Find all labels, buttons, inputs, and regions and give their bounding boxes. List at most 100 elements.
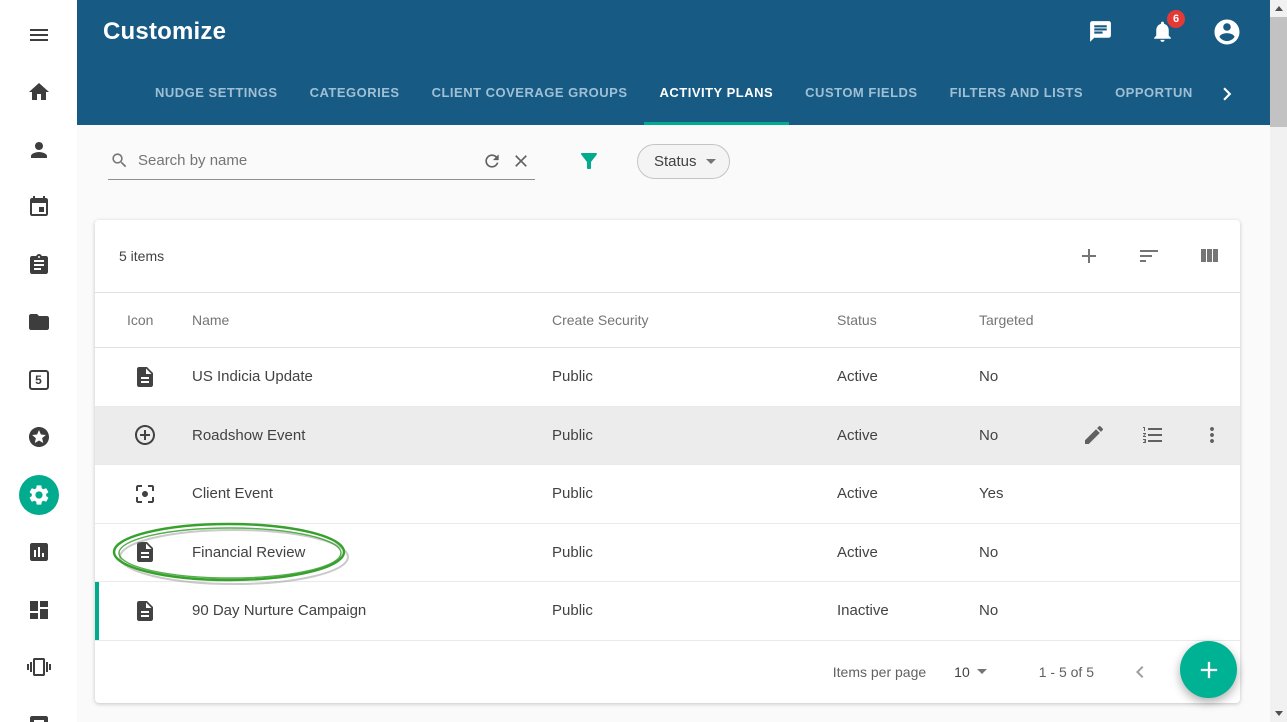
columns-button[interactable] (1197, 244, 1221, 268)
row-icon (119, 365, 192, 389)
filter-button[interactable] (577, 149, 601, 173)
column-header-create-security: Create Security (552, 312, 837, 328)
bar-chart-icon (27, 540, 51, 564)
tabs-scroll-right-button[interactable] (1200, 63, 1240, 125)
chat-icon (1088, 19, 1113, 44)
row-icon (119, 540, 192, 564)
plus-circle-icon (133, 423, 157, 447)
row-status: Active (837, 368, 979, 385)
triangle-down-icon (1275, 711, 1283, 716)
fab-add-button[interactable] (1180, 641, 1237, 698)
tab-client-coverage-groups[interactable]: CLIENT COVERAGE GROUPS (416, 63, 644, 125)
row-name: Roadshow Event (192, 427, 552, 444)
sidebar-item-contacts[interactable] (0, 121, 77, 179)
row-name: 90 Day Nurture Campaign (192, 602, 552, 619)
clear-search-button[interactable] (511, 151, 531, 171)
tab-filters-and-lists[interactable]: FILTERS AND LISTS (934, 63, 1099, 125)
five-label: 5 (35, 373, 42, 387)
account-circle-icon (1212, 17, 1242, 47)
tab-activity-plans[interactable]: ACTIVITY PLANS (644, 63, 790, 125)
person-icon (27, 138, 51, 162)
page-title: Customize (103, 18, 226, 46)
table-row[interactable]: Client Event Public Active Yes (95, 465, 1240, 524)
items-per-page-select[interactable]: 10 (954, 664, 987, 680)
tab-nudge-settings[interactable]: NUDGE SETTINGS (139, 63, 294, 125)
sidebar-item-calendar[interactable] (0, 179, 77, 237)
status-filter-chip[interactable]: Status (637, 144, 730, 179)
chevron-down-icon (977, 669, 987, 674)
chevron-left-icon (1128, 660, 1152, 684)
row-create-security: Public (552, 544, 837, 561)
prev-page-button[interactable] (1128, 660, 1152, 684)
looks-five-icon: 5 (29, 370, 49, 390)
plan-steps-button[interactable] (1141, 423, 1165, 447)
row-create-security: Public (552, 485, 837, 502)
app-root: 5 Customize 6 NUDGE SETTINGS (0, 0, 1287, 722)
refresh-button[interactable] (482, 151, 502, 171)
app-bar: Customize 6 NUDGE SETTINGS CATEGORIES CL… (77, 0, 1270, 125)
row-targeted: No (979, 602, 1077, 619)
row-icon (119, 599, 192, 623)
plus-icon (1195, 656, 1223, 684)
sidebar-item-dashboard[interactable] (0, 581, 77, 639)
row-status: Inactive (837, 602, 979, 619)
scrollbar-thumb[interactable] (1270, 17, 1287, 127)
column-header-name: Name (192, 312, 552, 328)
row-accent-bar (95, 582, 99, 640)
scroll-up-button[interactable] (1270, 0, 1287, 17)
tab-opportunities[interactable]: OPPORTUN (1099, 63, 1209, 125)
sidebar-item-five[interactable]: 5 (0, 351, 77, 409)
chat-button[interactable] (1088, 19, 1113, 44)
table-row[interactable]: 90 Day Nurture Campaign Public Inactive … (95, 582, 1240, 641)
star-circle-icon (27, 425, 51, 449)
chevron-right-icon (1214, 81, 1240, 107)
scroll-down-button[interactable] (1270, 705, 1287, 722)
row-create-security: Public (552, 427, 837, 444)
sort-button[interactable] (1137, 244, 1161, 268)
row-name: Client Event (192, 485, 552, 502)
tab-categories[interactable]: CATEGORIES (294, 63, 416, 125)
sidebar-item-favorites[interactable] (0, 409, 77, 467)
sidebar-item-reports[interactable] (0, 524, 77, 582)
calendar-icon (27, 195, 51, 219)
activity-plans-card: 5 items Icon Name Create Security Status… (95, 220, 1240, 703)
row-targeted: No (979, 544, 1077, 561)
row-menu-button[interactable] (1200, 423, 1224, 447)
table-row[interactable]: US Indicia Update Public Active No (95, 348, 1240, 407)
menu-button[interactable] (0, 6, 77, 64)
sidebar-item-tasks[interactable] (0, 236, 77, 294)
scrollbar[interactable] (1270, 0, 1287, 722)
search-input[interactable] (138, 152, 473, 169)
row-targeted: No (979, 368, 1077, 385)
target-icon (133, 482, 157, 506)
close-icon (511, 151, 531, 171)
table-row[interactable]: Roadshow Event Public Active No (95, 407, 1240, 466)
document-icon (133, 365, 157, 389)
sort-icon (1137, 244, 1161, 268)
table-row[interactable]: Financial Review Public Active No (95, 524, 1240, 583)
row-create-security: Public (552, 602, 837, 619)
view-columns-icon (1197, 244, 1221, 268)
tab-custom-fields[interactable]: CUSTOM FIELDS (789, 63, 933, 125)
add-item-button[interactable] (1077, 244, 1101, 268)
sidebar-item-vibration[interactable] (0, 639, 77, 697)
active-nav-highlight (19, 475, 59, 515)
notifications-button[interactable]: 6 (1150, 19, 1175, 44)
row-name: Financial Review (192, 544, 552, 561)
list-numbered-icon (1141, 423, 1165, 447)
sidebar-item-extra[interactable] (0, 696, 77, 722)
funnel-icon (577, 149, 601, 173)
table-header-row: Icon Name Create Security Status Targete… (95, 292, 1240, 348)
items-per-page-label: Items per page (833, 664, 926, 680)
settings-tab-bar: NUDGE SETTINGS CATEGORIES CLIENT COVERAG… (77, 63, 1270, 125)
account-button[interactable] (1212, 17, 1242, 47)
folder-icon (27, 310, 51, 334)
sidebar-item-settings[interactable] (0, 466, 77, 524)
home-icon (27, 80, 51, 104)
sidebar-item-home[interactable] (0, 64, 77, 122)
edit-button[interactable] (1082, 423, 1106, 447)
items-count: 5 items (119, 248, 164, 264)
search-field (108, 142, 535, 180)
triangle-up-icon (1275, 6, 1283, 11)
sidebar-item-folders[interactable] (0, 294, 77, 352)
